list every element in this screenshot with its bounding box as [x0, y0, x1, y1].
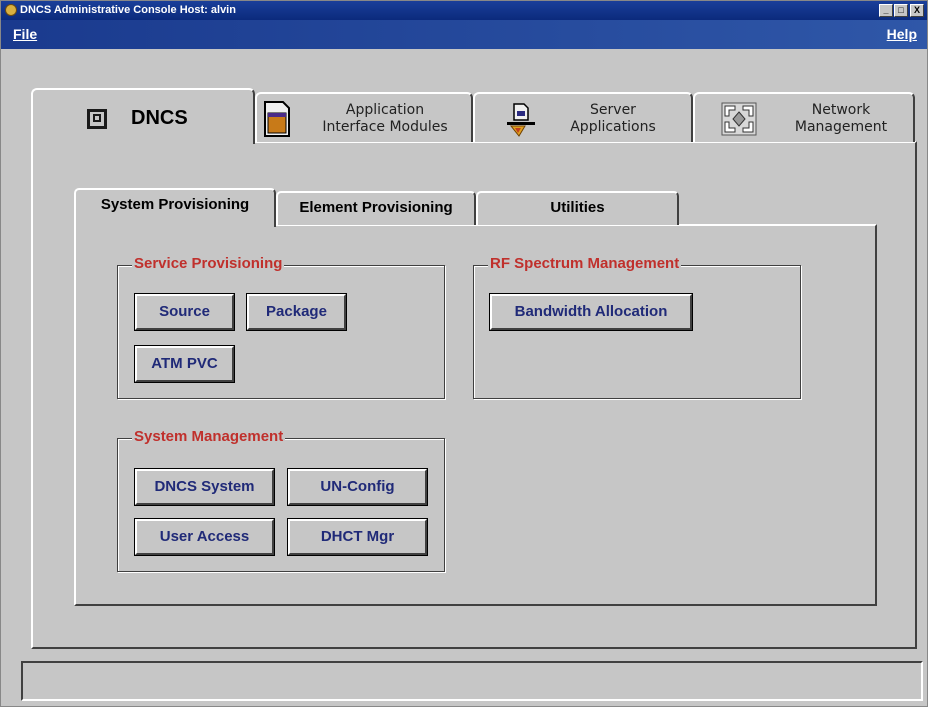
tab-server-label-line2: Applications: [570, 119, 656, 135]
tab-utilities-label: Utilities: [550, 199, 605, 216]
network-icon: [721, 102, 757, 140]
un-config-button[interactable]: UN-Config: [287, 468, 428, 506]
tab-network-label-line2: Management: [794, 119, 888, 135]
minimize-button[interactable]: _: [879, 4, 893, 17]
system-management-title: System Management: [132, 428, 286, 445]
user-access-button[interactable]: User Access: [134, 518, 275, 556]
tab-system-provisioning[interactable]: System Provisioning: [74, 188, 276, 227]
menu-file[interactable]: File: [13, 20, 37, 49]
close-button[interactable]: X: [910, 4, 924, 17]
tab-element-provisioning[interactable]: Element Provisioning: [276, 191, 476, 225]
server-app-icon: [505, 102, 537, 142]
atm-pvc-button[interactable]: ATM PVC: [134, 345, 235, 383]
dhct-mgr-button[interactable]: DHCT Mgr: [287, 518, 428, 556]
tab-utilities[interactable]: Utilities: [476, 191, 679, 225]
monitor-icon: [85, 107, 109, 135]
application-window: DNCS Administrative Console Host: alvin …: [0, 0, 928, 707]
service-provisioning-title: Service Provisioning: [132, 255, 285, 272]
tab-server-applications[interactable]: Server Applications: [473, 92, 693, 142]
dncs-system-button[interactable]: DNCS System: [134, 468, 275, 506]
menu-help[interactable]: Help: [887, 20, 917, 49]
menu-bar: File Help: [1, 20, 927, 49]
rf-spectrum-management-title: RF Spectrum Management: [488, 255, 682, 272]
tab-application-interface-modules[interactable]: Application Interface Modules: [255, 92, 473, 142]
status-bar: [21, 661, 923, 701]
tab-element-provisioning-label: Element Provisioning: [299, 199, 453, 216]
tab-network-label-line1: Network: [811, 102, 871, 118]
tab-dncs-label: DNCS: [131, 107, 188, 129]
document-icon: [263, 100, 291, 142]
tab-aim-label-line2: Interface Modules: [322, 119, 448, 135]
title-bar[interactable]: DNCS Administrative Console Host: alvin …: [1, 1, 927, 20]
package-button[interactable]: Package: [246, 293, 347, 331]
bandwidth-allocation-button[interactable]: Bandwidth Allocation: [489, 293, 693, 331]
app-icon: [5, 4, 17, 16]
source-button[interactable]: Source: [134, 293, 235, 331]
tab-network-management[interactable]: Network Management: [693, 92, 915, 142]
rf-spectrum-management-group: RF Spectrum Management: [473, 255, 801, 399]
window-title: DNCS Administrative Console Host: alvin: [20, 4, 236, 16]
tab-dncs[interactable]: DNCS: [31, 88, 255, 144]
tab-aim-label-line1: Application: [345, 102, 425, 118]
tab-system-provisioning-label: System Provisioning: [100, 196, 250, 213]
maximize-button[interactable]: □: [894, 4, 908, 17]
tab-server-label-line1: Server: [590, 102, 636, 118]
